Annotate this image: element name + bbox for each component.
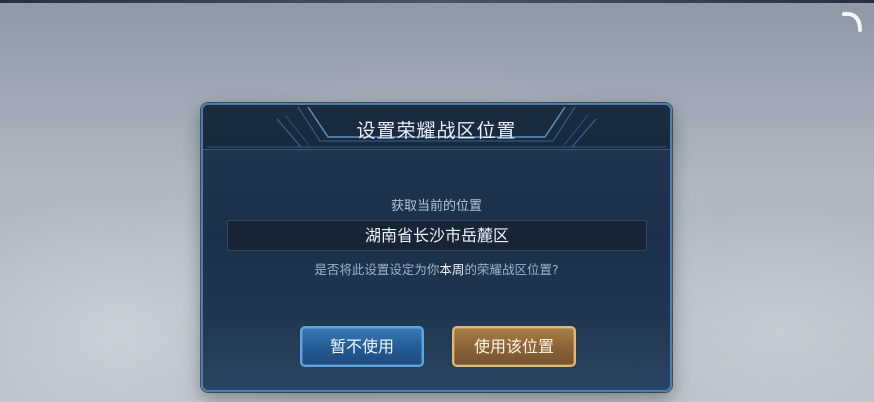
dialog-header: 设置荣耀战区位置 [203,105,670,150]
dialog-title: 设置荣耀战区位置 [356,120,517,142]
curved-arrow-icon[interactable] [840,10,864,34]
top-edge-bar [0,0,874,3]
question-suffix: 的荣耀战区位置? [464,262,559,277]
location-dialog: 设置荣耀战区位置 获取当前的位置 湖南省长沙市岳麓区 是否将此设置设定为你本周的… [201,103,672,392]
question-prefix: 是否将此设置设定为你 [314,262,440,277]
confirm-question: 是否将此设置设定为你本周的荣耀战区位置? [203,259,670,278]
cancel-button[interactable]: 暂不使用 [300,326,424,367]
location-label: 获取当前的位置 [390,199,482,214]
question-highlight: 本周 [439,262,465,277]
use-location-button[interactable]: 使用该位置 [452,326,576,367]
location-value-field: 湖南省长沙市岳麓区 [227,220,647,251]
